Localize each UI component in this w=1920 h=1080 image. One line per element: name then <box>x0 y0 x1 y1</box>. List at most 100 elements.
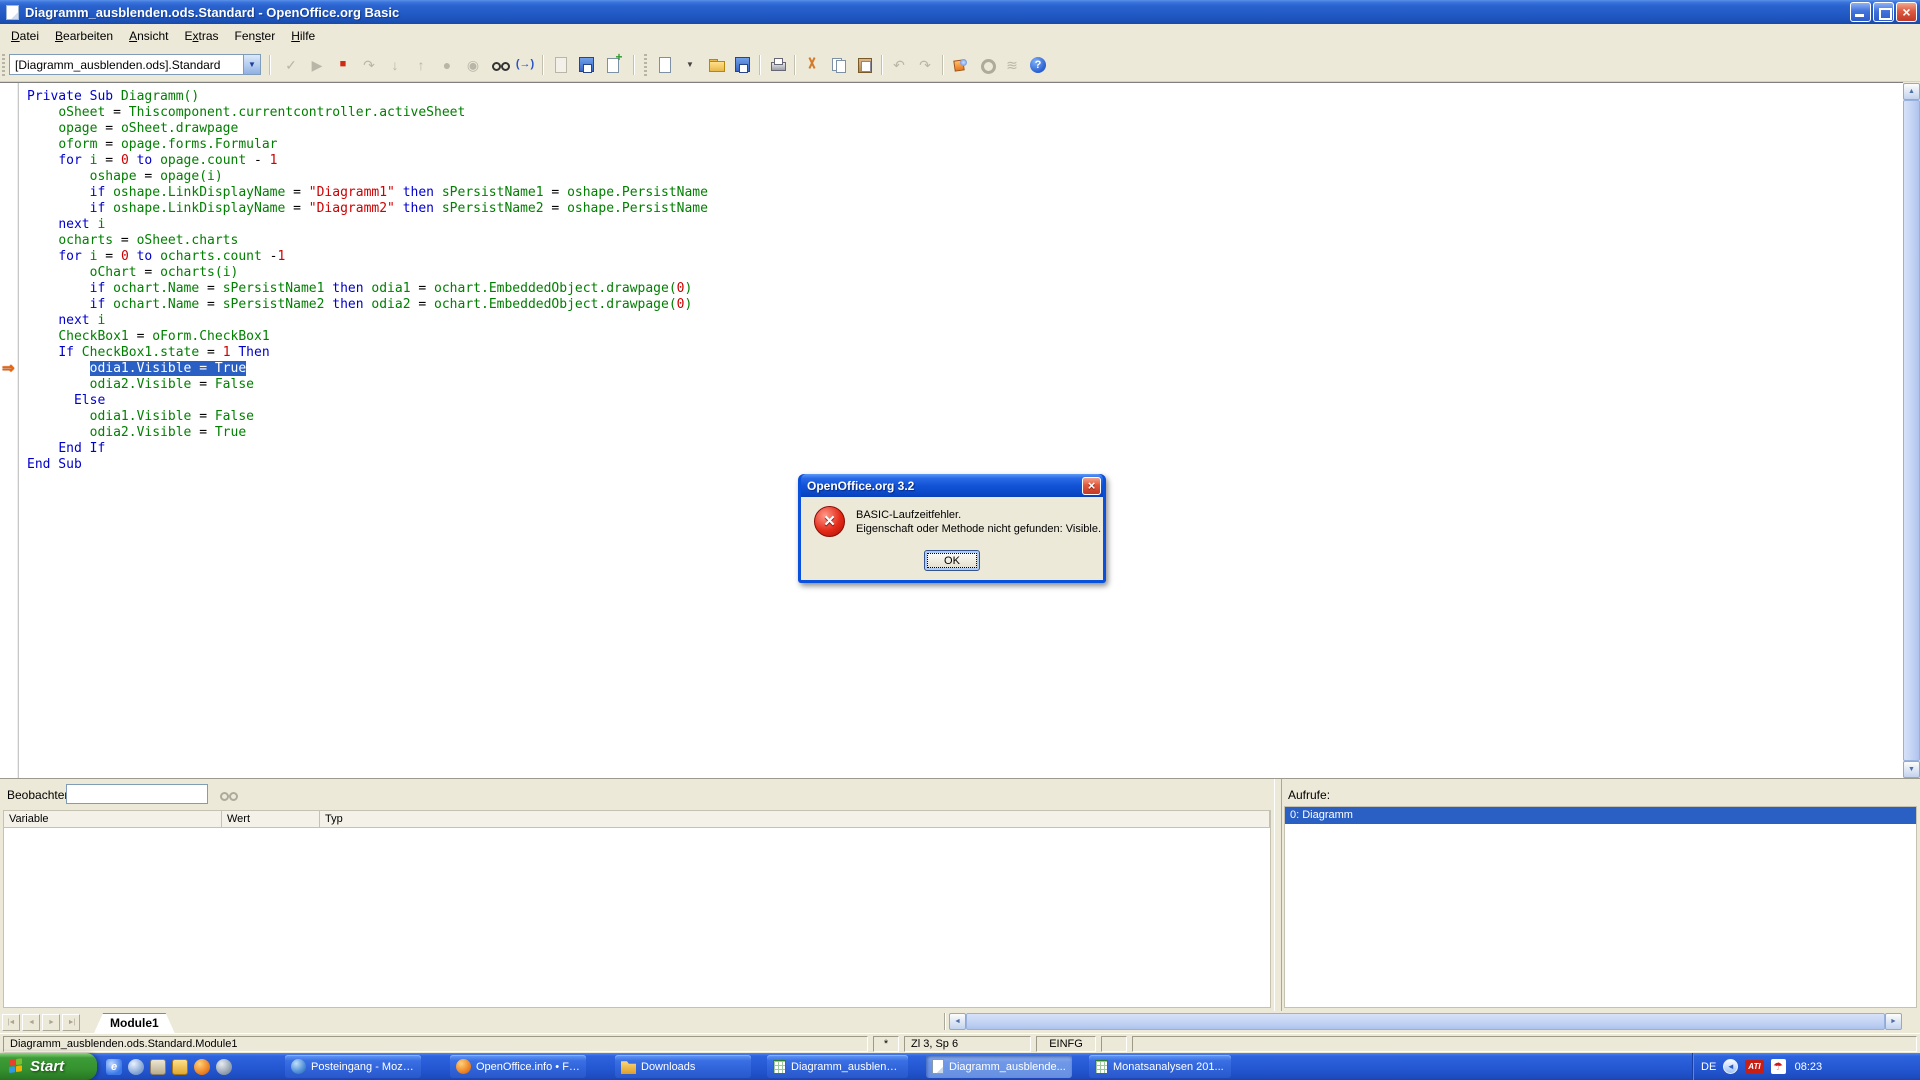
start-button[interactable]: Start <box>0 1053 97 1080</box>
code-line-7[interactable]: if oshape.LinkDisplayName = "Diagramm1" … <box>27 185 1903 201</box>
mail-icon[interactable] <box>150 1059 166 1075</box>
manage-breakpoints-icon[interactable]: ◉ <box>461 53 485 77</box>
combobox-dropdown-icon[interactable]: ▼ <box>243 55 260 74</box>
code-line-4[interactable]: oform = opage.forms.Formular <box>27 137 1903 153</box>
taskbar-task-6[interactable]: Monatsanalysen 201... <box>1089 1055 1231 1078</box>
dialog-close-icon[interactable]: × <box>1082 477 1101 495</box>
run-icon[interactable]: ▶ <box>305 53 329 77</box>
horizontal-scrollbar[interactable]: ◄ ► <box>949 1013 1902 1030</box>
save-icon[interactable] <box>730 53 754 77</box>
watch-column-wert[interactable]: Wert <box>222 811 320 827</box>
code-line-19[interactable]: odia2.Visible = False <box>27 377 1903 393</box>
scroll-left-icon[interactable]: ◄ <box>949 1013 966 1030</box>
redo-icon[interactable]: ↷ <box>913 53 937 77</box>
code-editor[interactable]: ⇒ Private Sub Diagramm() oSheet = Thisco… <box>0 82 1903 778</box>
code-line-14[interactable]: if ochart.Name = sPersistName2 then odia… <box>27 297 1903 313</box>
objects-icon[interactable] <box>548 53 572 77</box>
code-line-10[interactable]: ocharts = oSheet.charts <box>27 233 1903 249</box>
cut-icon[interactable] <box>800 53 824 77</box>
help-icon[interactable]: ? <box>1026 53 1050 77</box>
menu-fenster[interactable]: Fenster <box>227 25 284 47</box>
library-combobox[interactable]: [Diagramm_ausblenden.ods].Standard ▼ <box>9 54 261 75</box>
panel-splitter[interactable] <box>1274 779 1282 1012</box>
minimize-button[interactable] <box>1850 2 1871 22</box>
title-bar[interactable]: Diagramm_ausblenden.ods.Standard - OpenO… <box>0 0 1920 24</box>
new-document-dropdown-icon[interactable]: ▼ <box>678 53 702 77</box>
code-line-15[interactable]: next i <box>27 313 1903 329</box>
code-line-6[interactable]: oshape = opage(i) <box>27 169 1903 185</box>
watch-column-typ[interactable]: Typ <box>320 811 1270 827</box>
code-line-3[interactable]: opage = oSheet.drawpage <box>27 121 1903 137</box>
menu-ansicht[interactable]: Ansicht <box>121 25 176 47</box>
first-tab-icon[interactable]: |◄ <box>2 1014 20 1031</box>
taskbar-task-2[interactable]: OpenOffice.info • For... <box>450 1055 586 1078</box>
taskbar-task-4[interactable]: Diagramm_ausblende... <box>767 1055 908 1078</box>
taskbar-task-3[interactable]: Downloads <box>615 1055 751 1078</box>
next-tab-icon[interactable]: ► <box>42 1014 60 1031</box>
code-line-21[interactable]: odia1.Visible = False <box>27 409 1903 425</box>
ok-button[interactable]: OK <box>924 550 980 571</box>
tab-module1[interactable]: Module1 <box>94 1013 175 1033</box>
new-document-icon[interactable] <box>652 53 676 77</box>
scroll-right-icon[interactable]: ► <box>1885 1013 1902 1030</box>
watch-input[interactable] <box>66 784 208 804</box>
status-insert-mode[interactable]: EINFG <box>1036 1036 1096 1052</box>
menu-bearbeiten[interactable]: Bearbeiten <box>47 25 121 47</box>
breakpoint-icon[interactable]: ● <box>435 53 459 77</box>
paste-icon[interactable] <box>852 53 876 77</box>
compile-icon[interactable]: ✓ <box>279 53 303 77</box>
code-line-22[interactable]: odia2.Visible = True <box>27 425 1903 441</box>
restore-button[interactable] <box>1873 2 1894 22</box>
single-step-icon[interactable]: ↓ <box>383 53 407 77</box>
stop-icon[interactable]: ■ <box>331 53 355 77</box>
code-line-23[interactable]: End If <box>27 441 1903 457</box>
ati-tray-icon[interactable]: ATI <box>1745 1060 1763 1073</box>
code-line-11[interactable]: for i = 0 to ocharts.count -1 <box>27 249 1903 265</box>
goto-line-icon[interactable]: (→) <box>513 53 537 77</box>
code-line-9[interactable]: next i <box>27 217 1903 233</box>
toolbar-grip[interactable] <box>2 54 5 76</box>
folder-icon[interactable] <box>172 1059 188 1075</box>
code-line-12[interactable]: oChart = ocharts(i) <box>27 265 1903 281</box>
scroll-up-icon[interactable]: ▲ <box>1903 83 1920 100</box>
code-line-8[interactable]: if oshape.LinkDisplayName = "Diagramm2" … <box>27 201 1903 217</box>
scroll-down-icon[interactable]: ▼ <box>1903 761 1920 778</box>
menu-datei[interactable]: Datei <box>3 25 47 47</box>
app-icon[interactable] <box>216 1059 232 1075</box>
breakpoint-margin[interactable]: ⇒ <box>0 83 19 778</box>
close-button[interactable]: × <box>1896 2 1917 22</box>
save-source-icon[interactable] <box>574 53 598 77</box>
hide-icons-chevron-icon[interactable]: ◄ <box>1723 1059 1738 1074</box>
taskbar-task-1[interactable]: Posteingang - Mozilla ... <box>285 1055 421 1078</box>
code-line-5[interactable]: for i = 0 to opage.count - 1 <box>27 153 1903 169</box>
copy-icon[interactable] <box>826 53 850 77</box>
call-stack-list[interactable]: 0: Diagramm <box>1284 806 1917 1008</box>
menu-hilfe[interactable]: Hilfe <box>283 25 323 47</box>
toolbar-grip[interactable] <box>644 54 647 76</box>
media-player-icon[interactable] <box>128 1059 144 1075</box>
code-pane[interactable]: Private Sub Diagramm() oSheet = Thiscomp… <box>19 83 1903 778</box>
watch-table-body[interactable] <box>3 828 1271 1008</box>
vertical-scrollbar[interactable]: ▲ ▼ <box>1903 83 1920 778</box>
code-line-20[interactable]: Else <box>27 393 1903 409</box>
menu-extras[interactable]: Extras <box>176 25 226 47</box>
gallery-icon[interactable] <box>974 53 998 77</box>
tray-clock[interactable]: 08:23 <box>1795 1061 1823 1073</box>
code-line-2[interactable]: oSheet = Thiscomponent.currentcontroller… <box>27 105 1903 121</box>
previous-tab-icon[interactable]: ◄ <box>22 1014 40 1031</box>
taskbar-task-5[interactable]: Diagramm_ausblende... <box>926 1055 1072 1078</box>
watch-column-variable[interactable]: Variable <box>4 811 222 827</box>
enable-watch-button[interactable] <box>214 783 240 805</box>
language-indicator[interactable]: DE <box>1701 1061 1716 1073</box>
avira-tray-icon[interactable]: ☂ <box>1771 1059 1786 1074</box>
call-stack-item[interactable]: 0: Diagramm <box>1285 807 1916 824</box>
code-line-24[interactable]: End Sub <box>27 457 1903 473</box>
open-icon[interactable] <box>704 53 728 77</box>
dialog-title-bar[interactable]: OpenOffice.org 3.2 × <box>801 474 1103 497</box>
step-out-icon[interactable]: ↑ <box>409 53 433 77</box>
firefox-icon[interactable] <box>194 1059 210 1075</box>
undo-icon[interactable]: ↶ <box>887 53 911 77</box>
last-tab-icon[interactable]: ►| <box>62 1014 80 1031</box>
print-icon[interactable] <box>765 53 789 77</box>
code-line-18[interactable]: odia1.Visible = True <box>27 361 1903 377</box>
